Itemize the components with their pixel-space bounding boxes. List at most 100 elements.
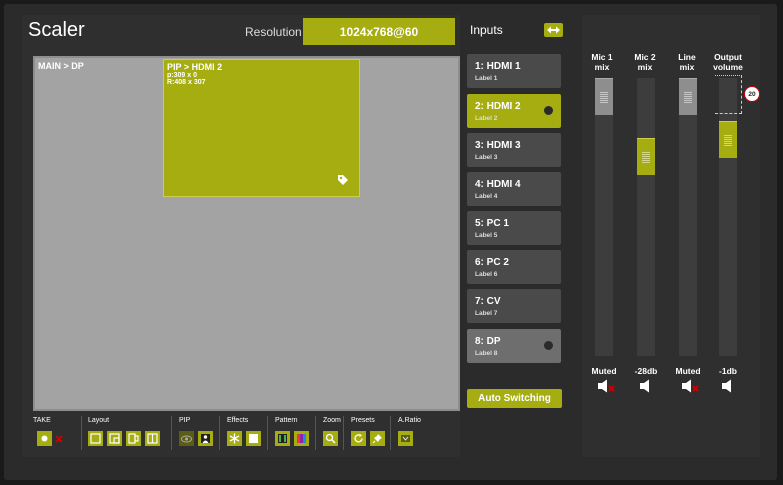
line-slider-handle[interactable]: [679, 78, 697, 115]
person-icon: [201, 434, 210, 443]
input-name: 6: PC 2: [475, 257, 509, 268]
speaker-icon[interactable]: [638, 379, 658, 393]
resolution-label: Resolution: [245, 25, 302, 39]
output-volume-slider[interactable]: [719, 78, 737, 356]
line-value: Muted: [675, 366, 701, 376]
pip-window[interactable]: PIP > HDMI 2 p:309 x 0 R:408 x 307: [163, 59, 360, 197]
aratio-label: A.Ratio: [398, 417, 421, 424]
layout-split-icon: [147, 433, 158, 444]
layout-single-icon: [90, 433, 101, 444]
input-button-8[interactable]: 8: DP Label 8: [467, 329, 561, 363]
input-button-6[interactable]: 6: PC 2 Label 6: [467, 250, 561, 284]
freeze-button[interactable]: [227, 431, 242, 446]
swap-arrows-icon: [547, 26, 560, 34]
pattern-color-button[interactable]: [294, 431, 309, 446]
speaker-icon[interactable]: [720, 379, 740, 393]
layout-pop-button[interactable]: [126, 431, 141, 446]
eye-icon: [181, 435, 192, 442]
mic2-label: Mic 2 mix: [634, 52, 656, 72]
mic1-slider[interactable]: [595, 78, 613, 356]
tag-icon[interactable]: [337, 174, 349, 186]
mic1-label: Mic 1 mix: [591, 52, 613, 72]
layout-split-button[interactable]: [145, 431, 160, 446]
color-bars-icon: [278, 434, 287, 443]
resolution-selector[interactable]: 1024x768@60: [303, 18, 455, 45]
cancel-icon[interactable]: [55, 435, 63, 443]
input-label: Label 2: [475, 115, 498, 122]
line-label: Line mix: [678, 52, 696, 72]
preset-recall-button[interactable]: [351, 431, 366, 446]
layout-pip-icon: [109, 433, 120, 444]
pip-label: PIP: [179, 417, 191, 424]
layout-single-button[interactable]: [88, 431, 103, 446]
pin-icon: [372, 434, 382, 444]
preview-canvas[interactable]: MAIN > DP PIP > HDMI 2 p:309 x 0 R:408 x…: [33, 56, 460, 411]
mic1-slider-handle[interactable]: [595, 78, 613, 115]
preset-save-button[interactable]: [370, 431, 385, 446]
snowflake-icon: [229, 433, 240, 444]
output-volume-handle[interactable]: [719, 121, 737, 158]
input-button-4[interactable]: 4: HDMI 4 Label 4: [467, 172, 561, 206]
toolbar-divider: [267, 416, 268, 450]
toolbar-divider: [219, 416, 220, 450]
input-button-2[interactable]: 2: HDMI 2 Label 2: [467, 94, 561, 128]
input-button-1[interactable]: 1: HDMI 1 Label 1: [467, 54, 561, 88]
layout-pop-icon: [128, 433, 139, 444]
input-name: 8: DP: [475, 336, 501, 347]
input-label: Label 8: [475, 350, 498, 357]
input-name: 3: HDMI 3: [475, 140, 521, 151]
swap-button[interactable]: [544, 23, 563, 37]
speaker-muted-icon[interactable]: [596, 379, 616, 393]
take-button[interactable]: [37, 431, 52, 446]
blank-icon: [249, 434, 258, 443]
input-name: 7: CV: [475, 296, 501, 307]
record-icon: [41, 435, 48, 442]
toolbar-divider: [81, 416, 82, 450]
aspect-ratio-button[interactable]: [398, 431, 413, 446]
input-label: Label 4: [475, 193, 498, 200]
speaker-muted-icon[interactable]: [680, 379, 700, 393]
pattern-bars-button[interactable]: [275, 431, 290, 446]
input-name: 2: HDMI 2: [475, 101, 521, 112]
layout-pip-button[interactable]: [107, 431, 122, 446]
magnifier-icon: [325, 433, 336, 444]
input-button-7[interactable]: 7: CV Label 7: [467, 289, 561, 323]
input-button-3[interactable]: 3: HDMI 3 Label 3: [467, 133, 561, 167]
inputs-title: Inputs: [470, 23, 503, 37]
refresh-icon: [354, 433, 363, 443]
input-label: Label 5: [475, 232, 498, 239]
input-name: 4: HDMI 4: [475, 179, 521, 190]
pip-size: R:408 x 307: [167, 79, 206, 86]
pip-position: p:309 x 0: [167, 72, 197, 79]
layout-label: Layout: [88, 417, 110, 424]
input-name: 1: HDMI 1: [475, 61, 521, 72]
output-label: Output volume: [713, 52, 743, 72]
input-label: Label 1: [475, 75, 498, 82]
mic2-slider-handle[interactable]: [637, 138, 655, 175]
aspect-ratio-icon: [401, 435, 410, 442]
toolbar-divider: [390, 416, 391, 450]
main-source-label: MAIN > DP: [38, 61, 84, 71]
pip-source-label: PIP > HDMI 2: [167, 62, 223, 72]
scaler-toolbar: TAKE Layout PIP Effects Pattern Zoom Pre…: [33, 414, 453, 450]
effects-label: Effects: [227, 417, 249, 424]
zoom-label: Zoom: [323, 417, 341, 424]
input-label: Label 3: [475, 154, 498, 161]
active-indicator: [544, 106, 553, 115]
auto-switching-button[interactable]: Auto Switching: [467, 389, 562, 408]
input-button-5[interactable]: 5: PC 1 Label 5: [467, 211, 561, 245]
pip-swap-button[interactable]: [198, 431, 213, 446]
toolbar-divider: [315, 416, 316, 450]
mic2-slider[interactable]: [637, 78, 655, 356]
presets-label: Presets: [351, 417, 375, 424]
zoom-button[interactable]: [323, 431, 338, 446]
pip-visibility-button[interactable]: [179, 431, 194, 446]
input-label: Label 7: [475, 310, 498, 317]
color-pattern-icon: [297, 434, 306, 443]
toolbar-divider: [171, 416, 172, 450]
blank-button[interactable]: [246, 431, 261, 446]
line-slider[interactable]: [679, 78, 697, 356]
mic2-value: -28db: [634, 366, 658, 376]
input-label: Label 6: [475, 271, 498, 278]
mic1-value: Muted: [591, 366, 617, 376]
